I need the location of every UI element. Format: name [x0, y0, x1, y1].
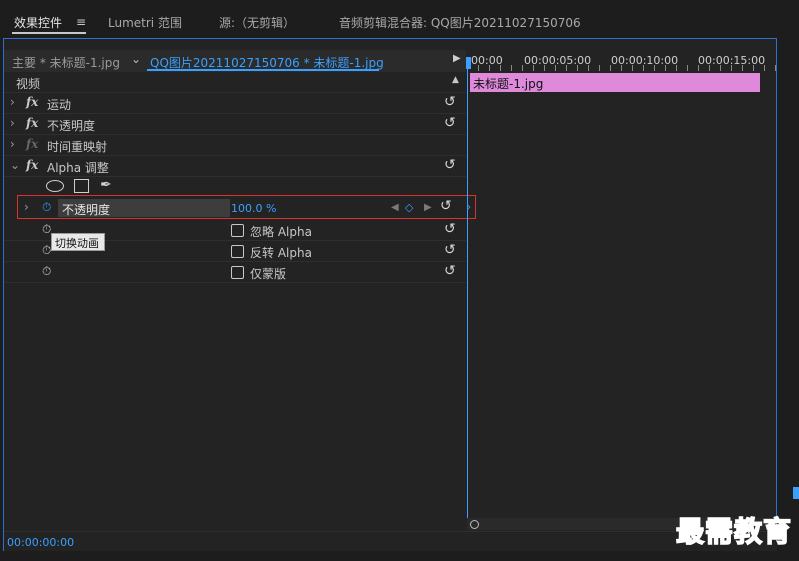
- checkbox-label: 反转 Alpha: [250, 246, 312, 260]
- effect-label: Alpha 调整: [47, 161, 109, 175]
- current-timecode[interactable]: 00:00:00:00: [7, 536, 74, 549]
- tab-source[interactable]: 源:（无剪辑）: [219, 14, 295, 31]
- effect-row-alpha-adjust[interactable]: ⌄ fx Alpha 调整 ↺: [4, 156, 466, 177]
- add-keyframe-icon[interactable]: ◇: [405, 201, 413, 214]
- chevron-right-icon[interactable]: ›: [10, 116, 15, 130]
- stopwatch-icon[interactable]: ⏱: [42, 222, 51, 237]
- timeline-ruler[interactable]: 00:00 00:00:05:00 00:00:10:00 00:00:15:0…: [467, 50, 776, 72]
- effect-row-time-remap[interactable]: › fx 时间重映射: [4, 135, 466, 156]
- reset-icon[interactable]: ↺: [444, 94, 456, 110]
- timeline-clip[interactable]: 未标题-1.jpg: [470, 73, 760, 92]
- timeline-clip-label: 未标题-1.jpg: [473, 77, 544, 91]
- stopwatch-icon[interactable]: ⏱: [42, 200, 51, 215]
- chevron-right-icon[interactable]: ›: [24, 200, 29, 214]
- chevron-down-icon[interactable]: ⌄: [131, 52, 141, 66]
- checkbox-row-mask-only: ⏱ 仅蒙版 ↺: [4, 262, 466, 283]
- fx-icon[interactable]: fx: [26, 158, 38, 172]
- effect-label: 时间重映射: [47, 140, 108, 154]
- watermark-logo: 最需教育: [675, 514, 793, 549]
- playhead-line: [467, 69, 468, 521]
- checkbox-label: 仅蒙版: [250, 267, 287, 281]
- reset-icon[interactable]: ↺: [444, 157, 456, 173]
- fx-icon[interactable]: fx: [26, 116, 38, 130]
- chevron-down-icon[interactable]: ⌄: [10, 158, 20, 172]
- stopwatch-icon[interactable]: ⏱: [42, 264, 51, 279]
- edge-marker: [793, 487, 799, 499]
- checkbox-label: 忽略 Alpha: [250, 225, 312, 239]
- reset-icon[interactable]: ↺: [444, 115, 456, 131]
- reset-icon[interactable]: ↺: [444, 263, 456, 279]
- ruler-ticks: [467, 65, 776, 71]
- panel-menu-icon[interactable]: ≡: [76, 15, 86, 29]
- ignore-alpha-checkbox[interactable]: [231, 224, 244, 237]
- mask-only-checkbox[interactable]: [231, 266, 244, 279]
- reset-icon[interactable]: ↺: [440, 198, 452, 214]
- effect-label: 不透明度: [47, 119, 96, 133]
- rectangle-mask-icon[interactable]: [74, 179, 89, 193]
- video-section-header: 视频 ▲: [4, 72, 466, 93]
- effect-row-motion[interactable]: › fx 运动 ↺: [4, 93, 466, 114]
- next-keyframe-icon[interactable]: ▶: [424, 202, 432, 213]
- tooltip: 切换动画: [51, 233, 105, 251]
- opacity-value[interactable]: 100.0 %: [231, 202, 276, 215]
- effect-label: 运动: [47, 98, 72, 112]
- scroll-knob[interactable]: [470, 520, 479, 529]
- master-clip-label[interactable]: 主要 * 未标题-1.jpg: [12, 54, 120, 71]
- fx-icon: fx: [26, 137, 39, 151]
- panel-tab-bar: 效果控件 ≡ Lumetri 范围 源:（无剪辑） 音频剪辑混合器: QQ图片2…: [0, 0, 799, 38]
- collapse-up-icon[interactable]: ▲: [452, 75, 459, 85]
- pen-mask-icon[interactable]: ✒: [100, 177, 112, 193]
- clip-selector-bar: 主要 * 未标题-1.jpg ⌄ QQ图片20211027150706 * 未标…: [4, 50, 466, 72]
- invert-alpha-checkbox[interactable]: [231, 245, 244, 258]
- chevron-right-icon[interactable]: ›: [10, 95, 15, 109]
- chevron-right-icon[interactable]: ›: [10, 137, 15, 151]
- reset-icon[interactable]: ↺: [444, 221, 456, 237]
- ellipse-mask-icon[interactable]: [46, 180, 64, 192]
- status-bar: [4, 531, 777, 551]
- sequence-clip-underline: [147, 69, 379, 71]
- play-arrow-icon[interactable]: ▶: [453, 53, 461, 64]
- tab-lumetri-scopes[interactable]: Lumetri 范围: [108, 14, 182, 31]
- stopwatch-icon[interactable]: ⏱: [42, 243, 51, 258]
- reset-icon[interactable]: ↺: [444, 242, 456, 258]
- active-tab-indicator: [12, 32, 86, 34]
- prev-keyframe-icon[interactable]: ◀: [391, 202, 399, 213]
- video-section-label: 视频: [16, 77, 41, 91]
- fx-icon[interactable]: fx: [26, 95, 38, 109]
- tab-audio-clip-mixer[interactable]: 音频剪辑混合器: QQ图片20211027150706: [339, 14, 581, 31]
- opacity-property-label: 不透明度: [62, 203, 111, 217]
- effect-row-opacity[interactable]: › fx 不透明度 ↺: [4, 114, 466, 135]
- playhead-handle[interactable]: [466, 57, 471, 69]
- tab-effect-controls[interactable]: 效果控件: [14, 14, 62, 31]
